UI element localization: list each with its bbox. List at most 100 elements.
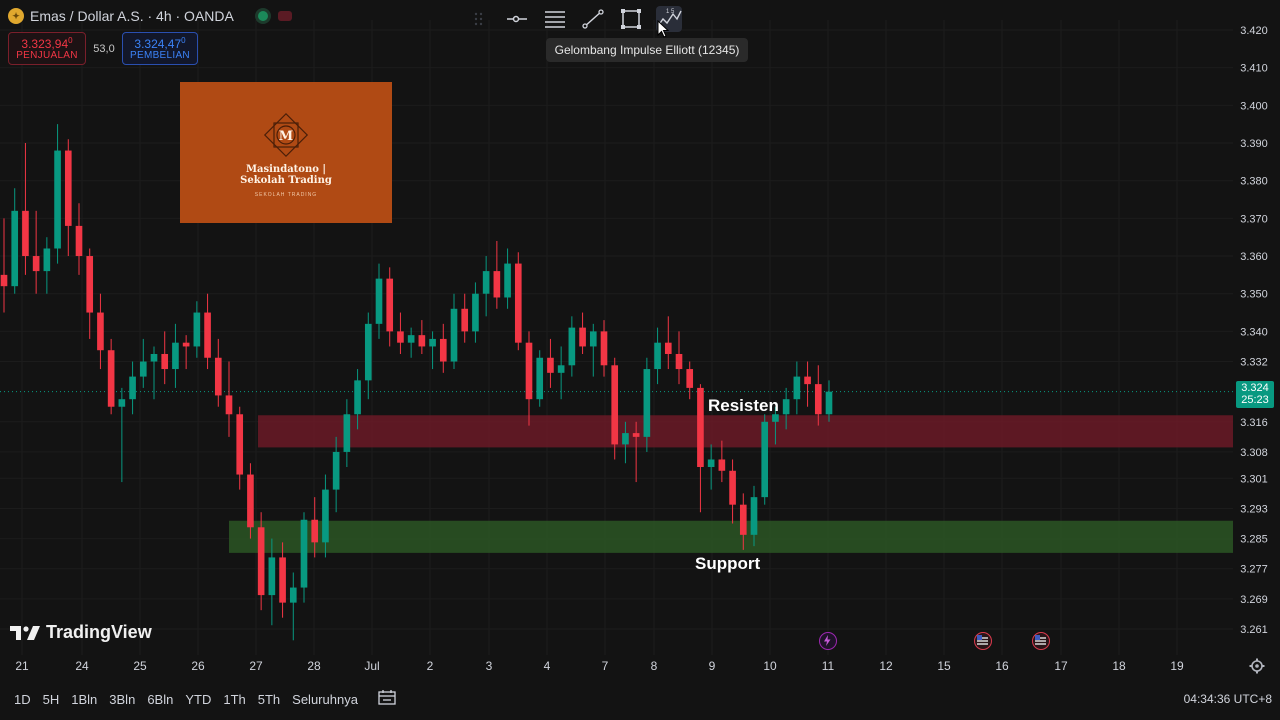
resistance-label[interactable]: Resisten: [708, 396, 779, 416]
candle: [482, 256, 490, 317]
range-button[interactable]: 1D: [0, 692, 37, 707]
price-tick-label: 3.400: [1240, 100, 1268, 112]
candle: [332, 436, 340, 513]
candle: [675, 331, 683, 385]
time-tick-label: 7: [602, 659, 609, 673]
candle: [407, 327, 415, 358]
market-open-icon[interactable]: [257, 11, 268, 21]
logo-tagline: SEKOLAH TRADING: [254, 192, 318, 198]
range-button[interactable]: 6Bln: [141, 692, 179, 707]
support-label[interactable]: Support: [695, 554, 760, 574]
utc-clock[interactable]: 04:34:36 UTC+8: [1184, 692, 1272, 706]
price-tick-label: 3.410: [1240, 63, 1268, 75]
quote-panel: 3.323,940 PENJUALAN 53,0 3.324,470 PEMBE…: [8, 32, 198, 65]
time-tick-label: 28: [307, 659, 321, 673]
candle: [11, 188, 19, 294]
range-button[interactable]: 3Bln: [103, 692, 141, 707]
price-tick-label: 3.370: [1240, 213, 1268, 225]
candle: [118, 387, 126, 483]
candle: [86, 248, 94, 339]
rectangle-icon[interactable]: [618, 6, 644, 32]
last-price-badge: 3.324 25:23: [1236, 381, 1274, 408]
candle: [504, 248, 511, 309]
candle: [450, 293, 458, 370]
candle: [761, 414, 769, 505]
candle: [536, 350, 544, 407]
buy-label: PEMBELIAN: [130, 50, 190, 61]
range-button[interactable]: 5H: [37, 692, 66, 707]
last-price-value: 3.324: [1241, 382, 1269, 394]
time-tick-label: 15: [937, 659, 951, 673]
candle: [611, 357, 619, 460]
price-tick-label: 3.285: [1240, 534, 1268, 546]
us-flag-event-icon[interactable]: [974, 632, 992, 650]
resistance-zone[interactable]: [258, 415, 1233, 448]
candle: [300, 512, 308, 603]
time-tick-label: 19: [1170, 659, 1184, 673]
candle: [686, 361, 694, 400]
calendar-icon[interactable]: [378, 689, 396, 710]
us-flag-event-icon[interactable]: [1032, 632, 1050, 650]
candle: [139, 338, 147, 388]
range-button[interactable]: 1Th: [217, 692, 251, 707]
candle: [343, 399, 351, 468]
earnings-event-icon[interactable]: [819, 632, 837, 650]
time-tick-label: 10: [763, 659, 777, 673]
candle: [547, 338, 554, 388]
trend-line-icon[interactable]: [580, 6, 606, 32]
logo-emblem: M: [263, 112, 309, 158]
time-tick-label: 17: [1054, 659, 1068, 673]
support-zone[interactable]: [229, 520, 1233, 553]
range-button[interactable]: 1Bln: [65, 692, 103, 707]
price-tick-label: 3.261: [1240, 624, 1268, 636]
candle: [182, 335, 190, 370]
sell-label: PENJUALAN: [16, 50, 78, 61]
fib-retracement-icon[interactable]: [542, 6, 568, 32]
price-tick-label: 3.390: [1240, 138, 1268, 150]
bottom-toolbar: 1D 5H 1Bln 3Bln 6Bln YTD 1Th 5Th Seluruh…: [0, 686, 1280, 712]
candle: [161, 331, 169, 385]
candle: [43, 237, 51, 294]
candle: [654, 327, 661, 385]
buy-button[interactable]: 3.324,470 PEMBELIAN: [122, 32, 198, 65]
candle: [707, 444, 715, 490]
candle: [375, 263, 383, 339]
tool-tooltip: Gelombang Impulse Elliott (12345): [546, 38, 748, 62]
range-button[interactable]: 5Th: [252, 692, 286, 707]
candle: [364, 312, 372, 400]
candle: [729, 459, 736, 524]
sell-button[interactable]: 3.323,940 PENJUALAN: [8, 32, 86, 65]
data-status-icon[interactable]: [277, 11, 292, 21]
time-tick-label: 25: [133, 659, 147, 673]
gear-icon[interactable]: [1249, 658, 1265, 679]
candle: [386, 267, 394, 347]
price-tick-label: 3.350: [1240, 289, 1268, 301]
candle: [600, 320, 608, 377]
sell-price: 3.323,94: [21, 37, 69, 51]
horizontal-ray-icon[interactable]: [504, 6, 530, 32]
candle: [279, 542, 286, 618]
candle: [225, 361, 233, 437]
candle: [557, 346, 565, 400]
symbol-title[interactable]: Emas / Dollar A.S. · 4h · OANDA: [30, 8, 234, 24]
tradingview-logo[interactable]: TradingView: [10, 622, 152, 643]
price-axis[interactable]: 3.420 3.410 3.400 3.390 3.380 3.370 3.360 3.350…: [1240, 25, 1268, 636]
time-tick-label: 21: [15, 659, 29, 673]
candle: [247, 463, 254, 539]
drawing-toolbar: 1 5: [466, 2, 682, 36]
drag-handle-icon[interactable]: [466, 6, 492, 32]
candle: [204, 293, 211, 370]
tradingview-wordmark: TradingView: [46, 622, 152, 642]
candle: [472, 282, 479, 343]
range-button[interactable]: YTD: [179, 692, 217, 707]
time-tick-label: 16: [995, 659, 1009, 673]
candle: [579, 312, 586, 354]
gold-coin-icon: ✦: [8, 8, 24, 24]
time-tick-label: Jul: [364, 659, 379, 673]
range-button[interactable]: Seluruhnya: [286, 692, 364, 707]
time-tick-label: 3: [486, 659, 493, 673]
symbol-header[interactable]: ✦ Emas / Dollar A.S. · 4h · OANDA: [8, 6, 292, 26]
time-axis[interactable]: 21 24 25 26 27 28 Jul 2 3 4 7 8 9 10 11 12 15 16 17 18 19: [15, 659, 1184, 673]
candle: [461, 293, 469, 343]
candle: [289, 572, 297, 641]
